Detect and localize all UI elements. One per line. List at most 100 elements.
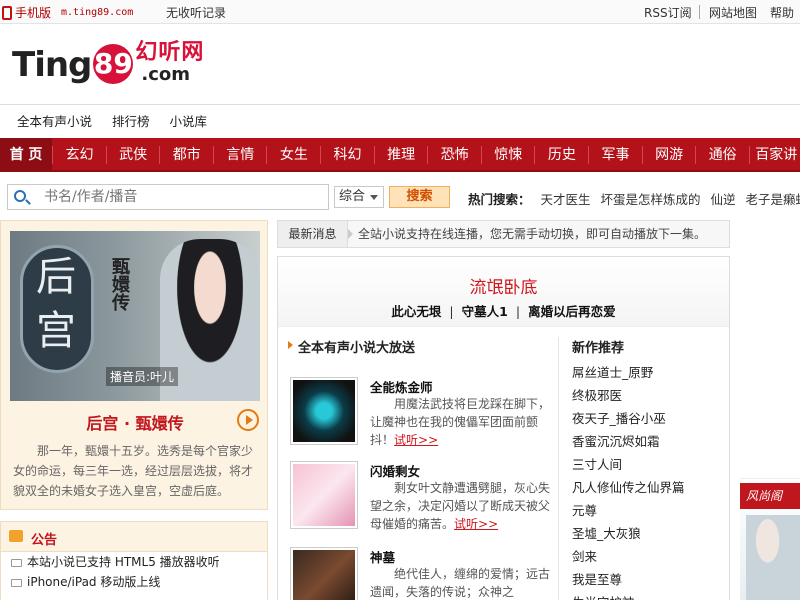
nav-home[interactable]: 首 页 <box>0 138 52 172</box>
new-work-item[interactable]: 圣墟_大灰狼 <box>572 522 685 545</box>
banner-title[interactable]: 流氓卧底 <box>278 273 729 298</box>
new-work-item[interactable]: 三寸人间 <box>572 453 685 476</box>
new-work-item[interactable]: 生肖守护神 <box>572 591 685 600</box>
phone-icon <box>2 5 12 20</box>
new-works-title: 新作推荐 <box>572 341 625 356</box>
featured-title[interactable]: 后宫 · 甄嬛传 <box>1 410 269 434</box>
new-work-item[interactable]: 终极邪医 <box>572 384 685 407</box>
banner-link[interactable]: 守墓人1 <box>462 304 508 319</box>
play-icon[interactable] <box>237 409 259 431</box>
hot-word[interactable]: 天才医生 <box>541 192 591 207</box>
nav-item[interactable]: 玄幻 <box>53 138 106 172</box>
notice-header: 公告 <box>1 522 267 552</box>
news-message[interactable]: 全站小说支持在线连播，您无需手动切换，即可自动播放下一集。 <box>358 221 706 247</box>
book-cover-image <box>293 380 355 442</box>
nav-item[interactable]: 历史 <box>535 138 588 172</box>
divider: | <box>515 304 521 319</box>
listen-history[interactable]: 无收听记录 <box>166 4 226 21</box>
book-cover-image <box>293 464 355 526</box>
nav-item[interactable]: 惊悚 <box>482 138 535 172</box>
new-work-item[interactable]: 元尊 <box>572 499 685 522</box>
banner: 流氓卧底 此心无垠 | 守墓人1 | 离婚以后再恋爱 <box>278 257 729 327</box>
search-type-value: 综合 <box>339 189 366 204</box>
book-item: 神墓 绝代佳人，缠绵的爱情；远古遗闻，失落的传说；众神之 <box>290 547 550 600</box>
mobile-url: m.ting89.com <box>61 7 134 18</box>
book-thumb[interactable] <box>290 547 358 600</box>
featured-book: 后 宫 甄嬛传 播音员:叶儿 后宫 · 甄嬛传 那一年，甄嬛十五岁。选秀是每个官… <box>0 220 268 510</box>
nav-item[interactable]: 百家讲 <box>750 138 800 172</box>
divider <box>699 5 700 19</box>
banner-link[interactable]: 此心无垠 <box>391 304 441 319</box>
book-name[interactable]: 神墓 <box>370 547 395 566</box>
nav-item[interactable]: 女生 <box>267 138 320 172</box>
sitemap-link[interactable]: 网站地图 <box>709 4 757 21</box>
book-name[interactable]: 全能炼金师 <box>370 377 433 396</box>
search-button[interactable]: 搜索 <box>389 186 450 208</box>
hot-word[interactable]: 老子是癞蛤蟆 <box>746 192 800 207</box>
new-work-item[interactable]: 屌丝道士_原野 <box>572 361 685 384</box>
nav-item[interactable]: 军事 <box>589 138 642 172</box>
book-desc: 绝代佳人，缠绵的爱情；远古遗闻，失落的传说；众神之 <box>370 565 550 600</box>
notice-panel: 公告 本站小说已支持 HTML5 播放器收听 iPhone/iPad 移动版上线 <box>0 521 268 600</box>
new-work-item[interactable]: 凡人修仙传之仙界篇 <box>572 476 685 499</box>
hot-search: 热门搜索： 天才医生 坏蛋是怎样炼成的 仙逆 老子是癞蛤蟆 <box>468 189 800 208</box>
new-work-item[interactable]: 香蜜沉沉烬如霜 <box>572 430 685 453</box>
cover-title-char: 宫 <box>36 308 76 354</box>
subnav-library[interactable]: 小说库 <box>170 111 208 130</box>
book-desc-text: 绝代佳人，缠绵的爱情；远古遗闻，失落的传说；众神之 <box>370 567 551 599</box>
featured-description: 那一年，甄嬛十五岁。选秀是每个官家少女的命运，每三年一选，经过层层选拔，将才貌双… <box>13 444 254 498</box>
book-name[interactable]: 闪婚剩女 <box>370 461 420 480</box>
mobile-version-link[interactable]: 手机版 m.ting89.com <box>2 4 133 21</box>
side-ad[interactable]: 风尚阁 <box>740 478 800 600</box>
logo-com: .com <box>141 64 191 85</box>
banner-link[interactable]: 离婚以后再恋爱 <box>528 304 616 319</box>
subnav-full-novels[interactable]: 全本有声小说 <box>17 111 92 130</box>
mobile-label: 手机版 <box>15 6 52 20</box>
hot-word[interactable]: 仙逆 <box>711 192 736 207</box>
search-box <box>7 184 329 210</box>
rss-link[interactable]: RSS订阅 <box>644 4 692 21</box>
cover-subtitle: 甄嬛传 <box>109 257 130 311</box>
notice-item[interactable]: iPhone/iPad 移动版上线 <box>1 572 267 592</box>
subnav-ranking[interactable]: 排行榜 <box>112 111 150 130</box>
site-logo[interactable]: Ting 89 幻听网 .com <box>12 40 204 90</box>
search-icon <box>14 190 26 202</box>
new-work-item[interactable]: 剑来 <box>572 545 685 568</box>
nav-item[interactable]: 武侠 <box>107 138 160 172</box>
top-utility-bar: 手机版 m.ting89.com 无收听记录 RSS订阅 网站地图 帮助 <box>0 0 800 24</box>
nav-item[interactable]: 通俗 <box>696 138 749 172</box>
nav-item[interactable]: 科幻 <box>321 138 374 172</box>
featured-cover[interactable]: 后 宫 甄嬛传 播音员:叶儿 <box>10 231 260 401</box>
new-work-item[interactable]: 我是至尊 <box>572 568 685 591</box>
chevron-down-icon <box>370 195 378 200</box>
column-divider <box>558 337 559 600</box>
book-desc: 剩女叶文静遭遇劈腿，灰心失望之余，决定闪婚以了断成天被父母催婚的痛苦。试听>> <box>370 479 550 533</box>
cover-narrator: 播音员:叶儿 <box>106 367 179 386</box>
cover-title-char: 后 <box>36 254 76 300</box>
new-works-list: 新作推荐 屌丝道士_原野 终极邪医 夜天子_播谷小巫 香蜜沉沉烬如霜 三寸人间 凡人修仙传… <box>572 337 685 600</box>
nav-item[interactable]: 网游 <box>643 138 696 172</box>
hot-word[interactable]: 坏蛋是怎样炼成的 <box>601 192 701 207</box>
notice-title: 公告 <box>31 533 58 548</box>
center-panel: 流氓卧底 此心无垠 | 守墓人1 | 离婚以后再恋爱 全本有声小说大放送 全能炼金师 用… <box>277 256 730 600</box>
help-link[interactable]: 帮助 <box>770 4 794 21</box>
book-thumb[interactable] <box>290 461 358 529</box>
section-title: 全本有声小说大放送 <box>287 337 415 356</box>
divider: | <box>449 304 454 319</box>
search-input[interactable] <box>44 187 324 207</box>
try-listen-link[interactable]: 试听>> <box>394 433 438 447</box>
logo-89: 89 <box>93 44 134 84</box>
try-listen-link[interactable]: 试听>> <box>454 517 498 531</box>
banner-links: 此心无垠 | 守墓人1 | 离婚以后再恋爱 <box>278 301 729 320</box>
notice-item[interactable]: 本站小说已支持 HTML5 播放器收听 <box>1 552 267 572</box>
nav-item[interactable]: 恐怖 <box>428 138 481 172</box>
nav-item[interactable]: 言情 <box>214 138 267 172</box>
ad-image <box>746 515 800 600</box>
book-item: 闪婚剩女 剩女叶文静遭遇劈腿，灰心失望之余，决定闪婚以了断成天被父母催婚的痛苦。… <box>290 461 550 537</box>
nav-item[interactable]: 推理 <box>375 138 428 172</box>
book-thumb[interactable] <box>290 377 358 445</box>
new-work-item[interactable]: 夜天子_播谷小巫 <box>572 407 685 430</box>
book-item: 全能炼金师 用魔法武技将巨龙踩在脚下，让魔神也在我的傀儡军团面前颤抖！试听>> <box>290 377 550 453</box>
nav-item[interactable]: 都市 <box>160 138 213 172</box>
search-type-select[interactable]: 综合 <box>334 186 384 208</box>
